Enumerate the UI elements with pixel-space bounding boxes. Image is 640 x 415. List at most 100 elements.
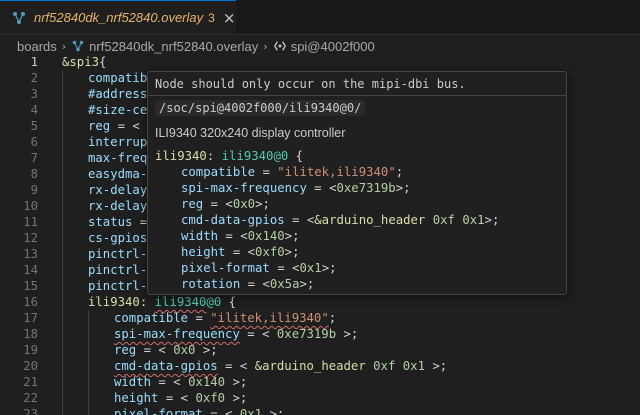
line-content: pinctrl-1 (88, 262, 155, 278)
code-token: width (181, 229, 219, 243)
code-token: = < (269, 261, 300, 275)
preview-line: reg = <0x0>; (155, 196, 560, 212)
code-token: cmd-data-gpios (114, 359, 218, 373)
line-number: 8 (30, 167, 38, 181)
tab-filename: nrf52840dk_nrf52840.overlay (34, 10, 204, 25)
code-token: = < (218, 229, 248, 243)
preview-line: pixel-format = <0x1>; (155, 260, 560, 276)
code-line[interactable]: 18 spi-max-frequency = < 0xe7319b >; (0, 326, 640, 342)
line-number: 5 (30, 119, 38, 133)
code-token: = < (240, 277, 270, 291)
code-token: cs-gpios (88, 231, 148, 245)
code-token: 0xe7319b (276, 327, 337, 341)
code-token: { (221, 295, 237, 309)
line-number: 9 (30, 183, 38, 197)
line-content: pinctrl-0 (88, 246, 155, 262)
code-token: ; (395, 165, 404, 179)
chevron-right-icon: › (263, 39, 268, 53)
line-number: 3 (30, 87, 38, 101)
line-content: cs-gpios (88, 230, 147, 246)
line-content: reg = < 0x0 >; (114, 342, 218, 358)
code-line[interactable]: 20 cmd-data-gpios = < &arduino_header 0xf… (0, 358, 640, 374)
line-number: 12 (23, 231, 38, 245)
line-content: pinctrl-n (88, 278, 155, 294)
line-content: spi-max-frequency = < 0xe7319b >; (114, 326, 358, 342)
code-token: = < (239, 327, 277, 341)
code-token: >; (395, 181, 411, 195)
close-icon[interactable]: × (223, 9, 236, 27)
code-token: >; (425, 359, 448, 373)
code-token: = < (158, 391, 196, 405)
code-token: 0x5a (269, 277, 300, 291)
code-line[interactable]: 22 height = < 0xf0 >; (0, 390, 640, 406)
devicetree-file-icon (10, 9, 28, 27)
code-token: = < (203, 197, 233, 211)
code-token: width (114, 375, 152, 389)
node-code-preview: ili9340: ili9340@0 {compatible = "ilitek… (155, 148, 560, 292)
code-line[interactable]: 21 width = < 0x140 >; (0, 374, 640, 390)
preview-line: cmd-data-gpios = <&arduino_header 0xf 0x… (155, 212, 560, 228)
line-number: 1 (30, 55, 38, 69)
code-token: reg (114, 343, 137, 357)
line-content: reg = < 0 (88, 118, 155, 134)
problem-count-badge: 3 (208, 10, 215, 25)
code-token: #size-cel (88, 103, 155, 117)
preview-line: spi-max-frequency = <0xe7319b>; (155, 180, 560, 196)
code-token: &spi3 (62, 55, 100, 69)
line-content: rx-delay- (88, 182, 155, 198)
code-token: height (114, 391, 159, 405)
node-symbol-icon (273, 39, 287, 53)
preview-line: compatible = "ilitek,ili9340"; (155, 164, 560, 180)
editor-tab[interactable]: nrf52840dk_nrf52840.overlay 3 × (0, 0, 236, 34)
line-content: #address- (88, 86, 155, 102)
line-content: height = < 0xf0 >; (114, 390, 247, 406)
line-number: 11 (23, 215, 38, 229)
code-token: = (255, 165, 278, 179)
code-token: pixel-format (114, 407, 203, 415)
code-token: 0xf (432, 213, 455, 227)
line-number: 23 (23, 407, 38, 415)
line-content: interrupt (88, 134, 155, 150)
code-token: compatibl (88, 71, 155, 85)
code-line[interactable]: 23 pixel-format = < 0x1 >; (0, 406, 640, 415)
code-token: >; (255, 197, 270, 211)
code-token: 0x1 (299, 261, 322, 275)
line-number: 2 (30, 71, 38, 85)
code-token: 0x1 (239, 407, 263, 415)
indent-guide (88, 310, 89, 415)
code-token: &arduino_header (314, 213, 426, 227)
preview-line: height = <0xf0>; (155, 244, 560, 260)
code-token: ili9340 (221, 149, 274, 163)
line-number: 10 (23, 199, 38, 213)
code-token: >; (262, 407, 285, 415)
code-token: : (139, 295, 155, 309)
code-token: status (88, 215, 133, 229)
code-token: : (206, 149, 222, 163)
line-content: max-frequ (88, 150, 155, 166)
code-token: ili9340 (88, 295, 140, 309)
code-token: = (188, 311, 211, 325)
code-token: 0xf0 (255, 245, 285, 259)
line-number: 18 (23, 327, 38, 341)
line-content: compatibl (88, 70, 155, 86)
code-token: 0x140 (188, 375, 226, 389)
code-token: >; (321, 261, 337, 275)
line-number: 19 (23, 343, 38, 357)
code-token: reg (88, 119, 111, 133)
code-token: = < (136, 343, 174, 357)
code-token: #address- (88, 87, 155, 101)
code-line[interactable]: 1 &spi3{ (0, 54, 640, 70)
code-line[interactable]: 17 compatible = "ilitek,ili9340"; (0, 310, 640, 326)
chevron-right-icon: › (61, 39, 67, 53)
code-token: ili9340 (154, 295, 207, 309)
line-content: compatible = "ilitek,ili9340"; (114, 310, 336, 326)
code-line[interactable]: 19 reg = < 0x0 >; (0, 342, 640, 358)
code-line[interactable]: 16 ili9340: ili9340@0 { (0, 294, 640, 310)
code-token: >; (299, 277, 315, 291)
line-number: 21 (23, 375, 38, 389)
code-token: 0xf0 (195, 391, 226, 405)
line-content: ili9340: ili9340@0 { (88, 294, 236, 310)
code-token: ili9340 (155, 149, 207, 163)
code-token: interrupt (88, 135, 155, 149)
